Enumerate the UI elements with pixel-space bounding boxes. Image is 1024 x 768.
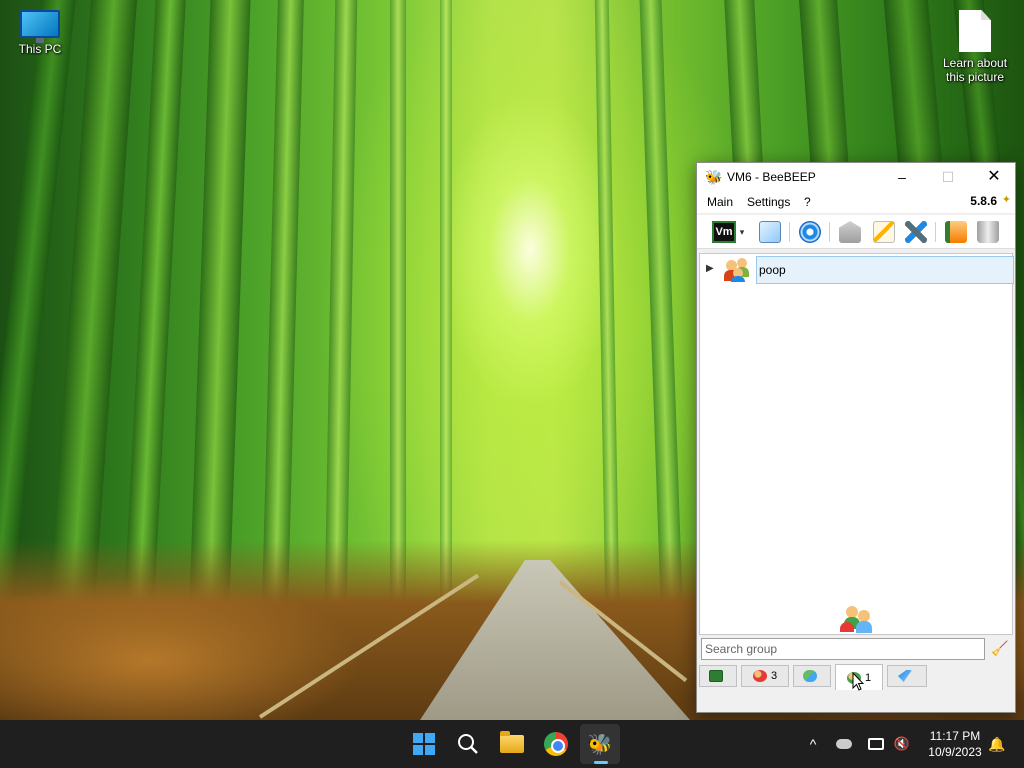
trash-button[interactable]: [975, 220, 1001, 244]
menu-settings[interactable]: Settings: [747, 195, 790, 209]
title-bar[interactable]: 🐝 VM6 - BeeBEEP – ☐ ✕: [697, 163, 1015, 191]
search-group-input[interactable]: [701, 638, 985, 660]
chrome-icon: [544, 732, 568, 756]
network-tray-icon[interactable]: [864, 720, 888, 768]
tab-shares[interactable]: [887, 665, 927, 687]
toolbar-separator: [829, 222, 830, 242]
volume-tray-icon[interactable]: 🔇: [890, 720, 914, 768]
menu-help[interactable]: ?: [804, 195, 811, 209]
desktop-icon-label: Learn about this picture: [942, 56, 1008, 84]
broadcast-icon: [799, 221, 821, 243]
shares-icon: [898, 670, 912, 682]
tab-home[interactable]: [699, 665, 737, 687]
tab-users[interactable]: 3: [741, 665, 789, 687]
envelope-icon: [839, 221, 861, 243]
clock-date: 10/9/2023: [928, 745, 982, 759]
clock-time: 11:17 PM: [929, 729, 981, 743]
start-button[interactable]: [404, 724, 444, 764]
chat-bubbles-icon: [803, 670, 817, 682]
speaker-muted-icon: 🔇: [893, 736, 911, 751]
message-button[interactable]: [837, 220, 863, 244]
search-button[interactable]: [448, 724, 488, 764]
window-title: VM6 - BeeBEEP: [727, 170, 816, 184]
chevron-up-icon: ^: [809, 736, 817, 752]
tab-count: 1: [864, 671, 872, 684]
taskbar: 🐝 ^ 🔇 11:17 PM 10/9/2023 🔔: [0, 720, 1024, 768]
tools-button[interactable]: [903, 220, 929, 244]
onedrive-tray-icon[interactable]: [832, 720, 856, 768]
file-explorer-button[interactable]: [492, 724, 532, 764]
beebeep-window: 🐝 VM6 - BeeBEEP – ☐ ✕ Main Settings ? 5.…: [696, 162, 1016, 713]
mouse-cursor-icon: [852, 672, 864, 691]
maximize-button[interactable]: ☐: [925, 163, 971, 191]
desktop-icon-learn-about-picture[interactable]: Learn about this picture: [935, 10, 1015, 84]
group-users-icon: [724, 258, 752, 282]
notifications-button[interactable]: 🔔: [986, 720, 1008, 768]
windows-logo-icon: [413, 733, 435, 755]
clear-search-icon[interactable]: 🧹: [991, 640, 1008, 657]
write-message-button[interactable]: [871, 220, 897, 244]
search-row: 🧹: [699, 638, 1013, 662]
folder-icon: [500, 731, 524, 753]
toolbar: Vm ▾: [697, 215, 1015, 249]
desktop-icon-label: This PC: [18, 42, 62, 56]
trash-icon: [977, 221, 999, 243]
tray-overflow-button[interactable]: ^: [802, 720, 824, 768]
update-icon[interactable]: ✦: [1002, 193, 1011, 206]
close-button[interactable]: ✕: [971, 163, 1017, 191]
pencil-icon: [873, 221, 895, 243]
users-icon: [752, 670, 767, 682]
bee-icon: 🐝: [587, 733, 613, 756]
group-list: ▶ poop: [699, 253, 1014, 636]
beebeep-taskbar-button[interactable]: 🐝: [580, 724, 620, 764]
desktop-icon-this-pc[interactable]: This PC: [0, 10, 80, 56]
bell-icon: 🔔: [988, 735, 1006, 752]
version-label: 5.8.6: [970, 194, 997, 208]
network-button[interactable]: [797, 220, 823, 244]
monitor-icon: [20, 10, 60, 43]
search-icon: [458, 734, 478, 754]
group-users-icon: [840, 604, 876, 636]
menu-bar: Main Settings ? 5.8.6 ✦: [697, 191, 1015, 213]
status-dropdown-button[interactable]: ▾: [735, 220, 749, 244]
bee-icon: 🐝: [705, 169, 723, 185]
network-monitor-icon: [868, 738, 884, 750]
tools-icon: [905, 221, 927, 243]
minimize-button[interactable]: –: [879, 163, 925, 191]
profile-card-icon: [759, 221, 781, 243]
taskbar-clock[interactable]: 11:17 PM 10/9/2023: [920, 728, 990, 760]
active-app-indicator: [594, 761, 608, 764]
chevron-down-icon: ▾: [739, 226, 745, 237]
home-monitor-icon: [709, 670, 723, 682]
group-name[interactable]: poop: [756, 256, 1014, 284]
tab-count: 3: [770, 670, 778, 682]
group-row[interactable]: ▶ poop: [700, 255, 1014, 285]
menu-main[interactable]: Main: [707, 195, 733, 209]
vm-label: Vm: [712, 221, 736, 243]
edit-profile-button[interactable]: [757, 220, 783, 244]
tab-chats[interactable]: [793, 665, 831, 687]
folder-share-icon: [945, 221, 967, 243]
chrome-button[interactable]: [536, 724, 576, 764]
share-folder-button[interactable]: [943, 220, 969, 244]
toolbar-separator: [935, 222, 936, 242]
file-icon: [959, 10, 991, 52]
cloud-icon: [836, 739, 852, 749]
toolbar-separator: [789, 222, 790, 242]
vm-profile-button[interactable]: Vm: [711, 220, 737, 244]
expand-arrow-icon[interactable]: ▶: [706, 263, 714, 274]
